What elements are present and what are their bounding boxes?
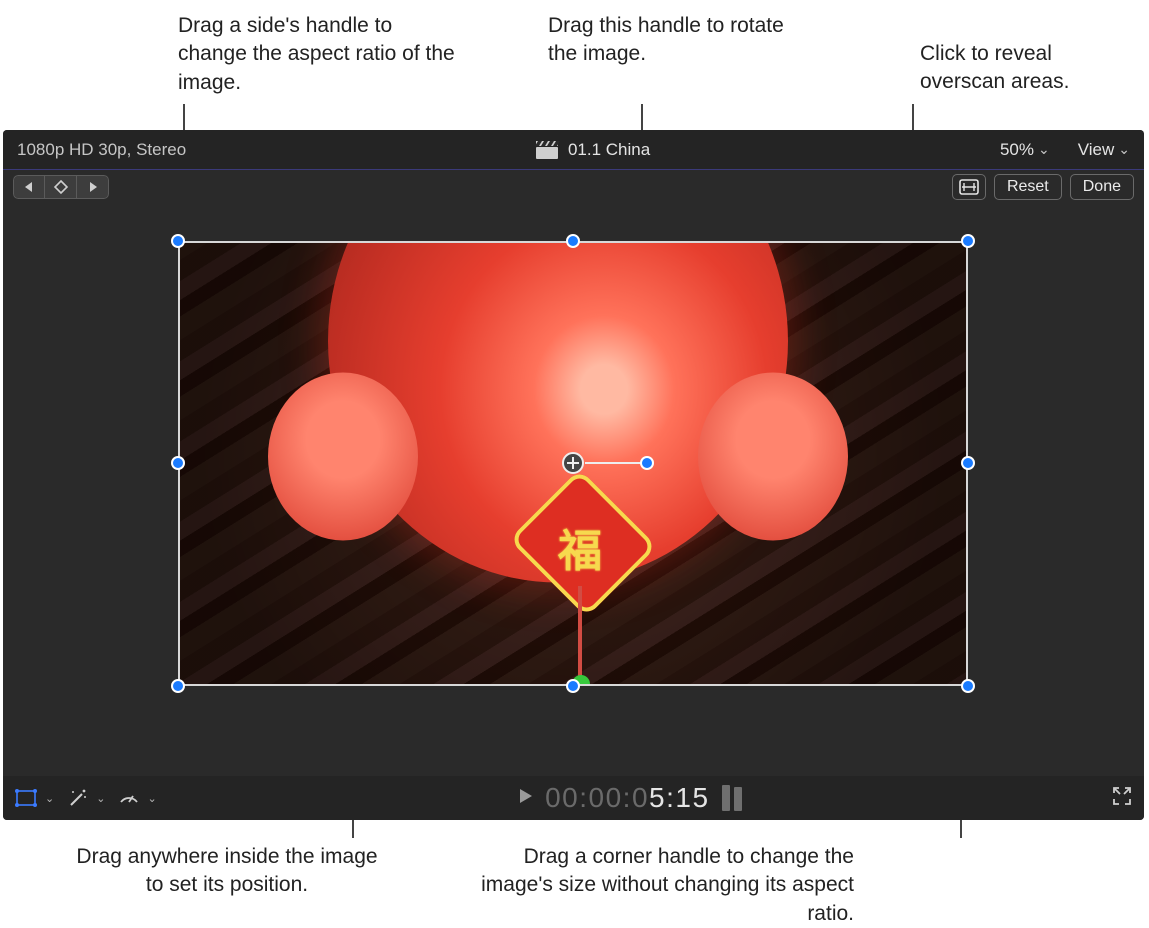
- ornament-character: 福: [550, 517, 610, 577]
- retime-tool-icon: [119, 788, 139, 808]
- enhance-tool-icon: [68, 788, 88, 808]
- chevron-down-icon: ⌄: [1118, 141, 1130, 158]
- format-label: 1080p HD 30p, Stereo: [17, 140, 186, 160]
- transform-handle-top-left[interactable]: [171, 234, 185, 248]
- overscan-toggle-button[interactable]: [952, 174, 986, 200]
- transform-tool-dropdown[interactable]: ⌄: [15, 789, 54, 807]
- enhance-tool-dropdown[interactable]: ⌄: [68, 788, 105, 808]
- ornament-string: [578, 586, 582, 682]
- rotation-handle[interactable]: [640, 456, 654, 470]
- chevron-down-icon: ⌄: [96, 792, 105, 805]
- rotation-anchor[interactable]: [562, 452, 584, 474]
- transform-handle-mid-right[interactable]: [961, 456, 975, 470]
- transform-handle-bottom-left[interactable]: [171, 679, 185, 693]
- transform-handle-bottom-center[interactable]: [566, 679, 580, 693]
- view-dropdown[interactable]: View ⌄: [1078, 140, 1130, 160]
- transform-handle-mid-left[interactable]: [171, 456, 185, 470]
- prev-keyframe-button[interactable]: [13, 175, 45, 199]
- clip-name-label: 01.1 China: [568, 140, 650, 160]
- zoom-dropdown[interactable]: 50% ⌄: [1000, 140, 1050, 160]
- callout-position: Drag anywhere inside the image to set it…: [72, 843, 382, 900]
- next-keyframe-button[interactable]: [77, 175, 109, 199]
- audio-meter: [722, 785, 750, 811]
- transform-handle-top-center[interactable]: [566, 234, 580, 248]
- viewer-canvas[interactable]: 福: [3, 206, 1144, 776]
- zoom-value: 50%: [1000, 140, 1034, 160]
- done-button[interactable]: Done: [1070, 174, 1134, 200]
- callout-side-handle: Drag a side's handle to change the aspec…: [178, 12, 458, 97]
- play-icon: [519, 788, 533, 804]
- transform-handle-top-right[interactable]: [961, 234, 975, 248]
- keyframe-toolbar: Reset Done: [3, 170, 1144, 206]
- rotation-arm[interactable]: [585, 462, 647, 464]
- transport-bar: ⌄ ⌄ ⌄ 00:00:05:: [3, 776, 1144, 820]
- timecode-display[interactable]: 00:00:05:15: [545, 782, 709, 814]
- callout-corner-handle: Drag a corner handle to change the image…: [454, 843, 854, 928]
- keyframe-nav-group: [13, 175, 109, 199]
- fullscreen-icon: [1112, 786, 1132, 806]
- view-label: View: [1078, 140, 1115, 160]
- viewer-topbar: 1080p HD 30p, Stereo 01.1 China: [3, 130, 1144, 170]
- clapperboard-icon: [536, 141, 558, 159]
- chevron-down-icon: ⌄: [1038, 141, 1050, 158]
- transform-tool-icon: [15, 789, 37, 807]
- chevron-down-icon: ⌄: [45, 792, 54, 805]
- retime-tool-dropdown[interactable]: ⌄: [119, 788, 156, 808]
- callout-rotate-handle: Drag this handle to rotate the image.: [548, 12, 788, 69]
- viewer-window: 1080p HD 30p, Stereo 01.1 China: [3, 130, 1144, 820]
- chevron-down-icon: ⌄: [147, 792, 156, 805]
- fullscreen-button[interactable]: [1112, 786, 1132, 811]
- play-button[interactable]: [519, 788, 533, 809]
- transform-handle-bottom-right[interactable]: [961, 679, 975, 693]
- reset-button[interactable]: Reset: [994, 174, 1062, 200]
- add-keyframe-button[interactable]: [45, 175, 77, 199]
- callout-overscan: Click to reveal overscan areas.: [920, 40, 1140, 97]
- timecode-dim: 00:00:0: [545, 782, 649, 813]
- timecode-live: 5:15: [649, 782, 710, 813]
- overscan-icon: [959, 179, 979, 195]
